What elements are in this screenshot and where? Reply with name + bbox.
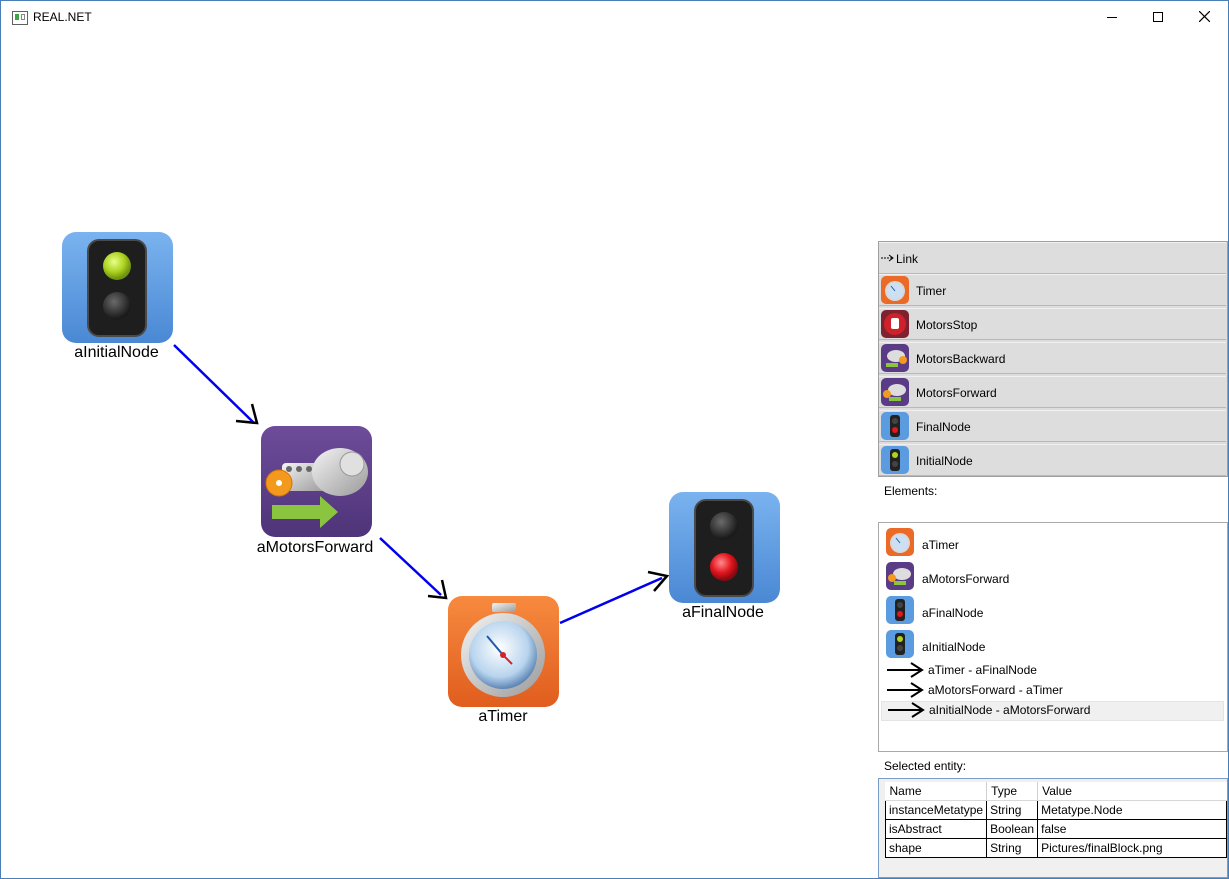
list-item[interactable]: aMotorsForward (881, 560, 1224, 592)
node-label-a-initial-node: aInitialNode (74, 344, 159, 361)
table-header-row: Name Type Value (885, 782, 1227, 801)
palette-item-label: InitialNode (916, 454, 973, 468)
cell-value[interactable]: false (1037, 819, 1227, 839)
list-item[interactable]: aTimer (881, 526, 1224, 558)
list-item-label: aMotorsForward - aTimer (928, 683, 1063, 697)
node-a-motors-forward[interactable] (261, 426, 372, 537)
title-bar: REAL.NET (1, 1, 1228, 32)
table-row[interactable]: isAbstract Boolean false (884, 819, 1227, 839)
cell-value[interactable]: Pictures/finalBlock.png (1037, 838, 1227, 858)
cell-type: String (986, 800, 1039, 820)
timer-icon (886, 528, 914, 556)
final-node-icon (886, 596, 914, 624)
list-item-label: aInitialNode - aMotorsForward (929, 703, 1091, 717)
maximize-icon (1153, 11, 1163, 22)
palette-item-label: MotorsForward (916, 386, 997, 400)
cell-name: isAbstract (884, 819, 988, 839)
element-palette: Link Timer MotorsStop MotorsBackward Mot… (878, 241, 1228, 477)
column-header-type[interactable]: Type (986, 782, 1039, 801)
list-item[interactable]: aFinalNode (881, 594, 1224, 626)
cell-value[interactable]: Metatype.Node (1037, 800, 1227, 820)
motors-forward-icon (886, 562, 914, 590)
timer-icon (881, 276, 909, 304)
palette-item-label: MotorsStop (916, 318, 978, 332)
cell-name: shape (884, 838, 988, 858)
minimize-button[interactable] (1089, 1, 1135, 32)
palette-item-final-node[interactable]: FinalNode (879, 410, 1226, 442)
cell-name: instanceMetatype (884, 800, 988, 820)
link-arrow-icon (886, 700, 926, 723)
close-button[interactable] (1181, 1, 1227, 32)
list-item[interactable]: aInitialNode (881, 628, 1224, 660)
column-header-value[interactable]: Value (1037, 782, 1227, 801)
node-label-a-motors-forward: aMotorsForward (256, 539, 374, 556)
initial-node-icon (886, 630, 914, 658)
properties-table: Name Type Value instanceMetatype String … (884, 782, 1227, 858)
palette-item-motors-stop[interactable]: MotorsStop (879, 308, 1226, 340)
node-a-initial-node[interactable] (62, 232, 173, 343)
selected-entity-label: Selected entity: (884, 759, 967, 773)
elements-list: aTimer aMotorsForward aFinalNode aInitia… (878, 522, 1228, 752)
list-item-label: aTimer (922, 538, 959, 552)
palette-item-label: MotorsBackward (916, 352, 1006, 366)
node-label-a-timer: aTimer (478, 708, 528, 725)
column-header-name[interactable]: Name (885, 782, 988, 801)
motors-backward-icon (881, 344, 909, 372)
palette-item-timer[interactable]: Timer (879, 274, 1226, 306)
edge-motors-to-timer[interactable] (379, 537, 448, 600)
motors-forward-icon (881, 378, 909, 406)
palette-item-label: FinalNode (916, 420, 971, 434)
initial-node-icon (881, 446, 909, 474)
cell-type: String (986, 838, 1039, 858)
list-item-label: aInitialNode (922, 640, 986, 654)
cell-type: Boolean (986, 819, 1039, 839)
maximize-button[interactable] (1135, 1, 1181, 32)
edge-timer-to-final[interactable] (559, 570, 670, 625)
table-row[interactable]: shape String Pictures/finalBlock.png (884, 838, 1227, 858)
list-item-selected[interactable]: aInitialNode - aMotorsForward (881, 701, 1224, 721)
list-item[interactable]: aTimer - aFinalNode (881, 662, 1224, 682)
elements-label: Elements: (884, 484, 938, 498)
palette-item-link[interactable]: Link (879, 242, 1226, 274)
diagram-canvas[interactable] (2, 32, 872, 877)
node-a-timer[interactable] (448, 596, 559, 707)
final-node-icon (881, 412, 909, 440)
palette-item-initial-node[interactable]: InitialNode (879, 444, 1226, 476)
palette-item-motors-forward[interactable]: MotorsForward (879, 376, 1226, 408)
palette-item-motors-backward[interactable]: MotorsBackward (879, 342, 1226, 374)
app-icon (12, 11, 28, 25)
list-item-label: aFinalNode (922, 606, 984, 620)
table-row[interactable]: instanceMetatype String Metatype.Node (884, 800, 1227, 820)
minimize-icon (1107, 16, 1117, 18)
list-item-label: aTimer - aFinalNode (928, 663, 1037, 677)
link-arrow-icon (881, 252, 895, 262)
stop-hand-icon (881, 310, 909, 338)
node-label-a-final-node: aFinalNode (682, 604, 764, 621)
palette-item-label: Timer (916, 284, 947, 298)
list-item-label: aMotorsForward (922, 572, 1010, 586)
node-a-final-node[interactable] (669, 492, 780, 603)
list-item[interactable]: aMotorsForward - aTimer (881, 682, 1224, 702)
close-icon (1198, 11, 1210, 22)
properties-grid: Name Type Value instanceMetatype String … (878, 778, 1228, 878)
edge-initial-to-motors[interactable] (173, 344, 259, 425)
window-title: REAL.NET (33, 10, 92, 24)
palette-item-label: Link (896, 252, 919, 266)
